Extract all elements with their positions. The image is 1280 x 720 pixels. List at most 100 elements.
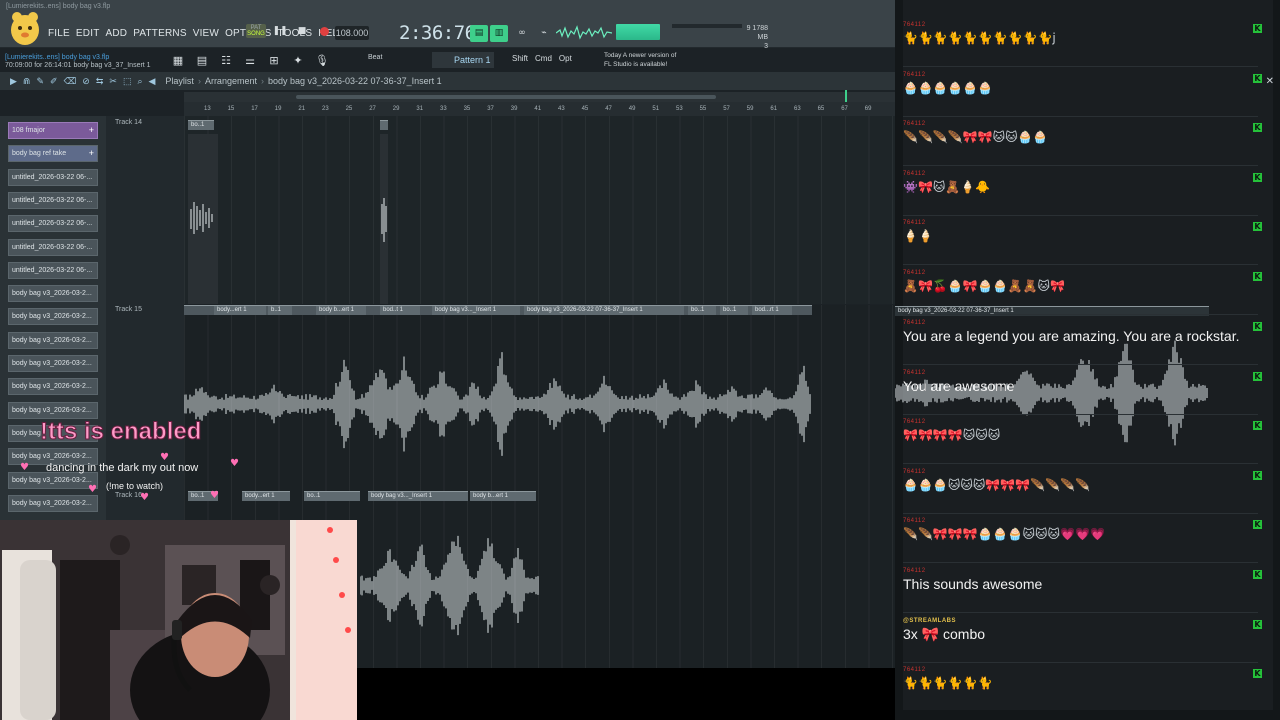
track-14-lane[interactable]: bo..1 bbox=[184, 116, 895, 304]
add-icon[interactable]: + bbox=[89, 123, 94, 138]
bar-ruler[interactable]: 13 15 17 19 21 23 25 27 29 31 33 35 37 39 41 43 45 47 49 51… bbox=[184, 102, 895, 116]
audio-clip[interactable]: body...ert 1 bbox=[214, 305, 266, 315]
chat-username[interactable]: 764112 bbox=[903, 320, 1263, 326]
chat-username[interactable]: 764112 bbox=[903, 370, 1263, 376]
pattern-item[interactable]: body bag v3_2026-03-2... bbox=[8, 308, 98, 326]
record-button[interactable] bbox=[316, 24, 332, 38]
slice-icon[interactable]: ✂ bbox=[109, 76, 117, 87]
cmd-key[interactable]: Cmd bbox=[535, 54, 552, 63]
delete-icon[interactable]: ⌫ bbox=[64, 76, 77, 87]
wait-input-icon[interactable]: ▥ bbox=[490, 25, 508, 42]
pattern-item[interactable]: untitled_2026-03-22 06-... bbox=[8, 261, 98, 279]
loop-record-icon[interactable]: ⌁ bbox=[536, 26, 552, 40]
audio-clip[interactable] bbox=[380, 120, 388, 130]
song-label: SONG bbox=[247, 31, 265, 37]
pattern-selector[interactable]: Pattern 1 bbox=[432, 52, 494, 68]
song-position-timecode: 2:36:76 bbox=[399, 22, 476, 44]
chat-username[interactable]: 764112 bbox=[903, 121, 1263, 127]
mic-icon[interactable]: 🎙 bbox=[314, 53, 330, 69]
menu-view[interactable]: VIEW bbox=[193, 28, 219, 39]
mixer-icon[interactable]: ⚌ bbox=[242, 53, 258, 69]
chat-username[interactable]: 764112 bbox=[903, 22, 1263, 28]
horizontal-scrollbar[interactable] bbox=[296, 95, 716, 99]
pattern-item[interactable]: body bag v3_2026-03-2... bbox=[8, 471, 98, 489]
browser-icon[interactable]: ⊞ bbox=[266, 53, 282, 69]
menu-add[interactable]: ADD bbox=[106, 28, 128, 39]
pat-song-toggle[interactable]: PAT SONG bbox=[246, 24, 266, 38]
piano-roll-icon[interactable]: ▤ bbox=[194, 53, 210, 69]
audio-clip[interactable]: body...ert 1 bbox=[242, 491, 290, 501]
opt-key[interactable]: Opt bbox=[559, 54, 572, 63]
chat-emotes: 🪶🪶🎀🎀🎀🧁🧁🧁🐱🐱🐱💗💗💗 bbox=[903, 527, 1105, 541]
pattern-item[interactable]: body bag v3_2026-03-2... bbox=[8, 401, 98, 419]
audio-clip[interactable]: bo..1 bbox=[188, 120, 214, 130]
track-15-lane[interactable]: body...ert 1 b..1 body b...ert 1 bod..t … bbox=[184, 305, 895, 491]
blend-notes-icon[interactable]: ∞ bbox=[514, 26, 530, 40]
mute-icon[interactable]: ⊘ bbox=[82, 76, 90, 87]
stop-icon[interactable]: ■ bbox=[294, 24, 310, 38]
magnet-icon[interactable]: ⋒ bbox=[23, 76, 31, 87]
chat-username[interactable]: 764112 bbox=[903, 469, 1263, 475]
chat-username[interactable]: 764112 bbox=[903, 667, 1263, 673]
plugin-icon[interactable]: ✦ bbox=[290, 53, 306, 69]
menu-file[interactable]: FILE bbox=[48, 28, 70, 39]
pattern-item[interactable]: untitled_2026-03-22 06-... bbox=[8, 168, 98, 186]
track-16-label[interactable]: Track 16 bbox=[115, 492, 142, 499]
playlist-icon[interactable]: ▦ bbox=[170, 53, 186, 69]
play-icon[interactable]: ▶ bbox=[10, 76, 17, 87]
pattern-item[interactable]: body bag v3_2026-03-2... bbox=[8, 355, 98, 372]
pattern-item[interactable]: body bag v3_2026-03-2... bbox=[8, 285, 98, 303]
select-icon[interactable]: ⬚ bbox=[123, 76, 132, 87]
slip-icon[interactable]: ⇆ bbox=[96, 76, 104, 87]
pattern-item[interactable]: body bag v3_2026-03-2... bbox=[8, 378, 98, 396]
chat-username[interactable]: 764112 bbox=[903, 220, 1263, 226]
pattern-item[interactable]: untitled_2026-03-22 06-... bbox=[8, 238, 98, 256]
chat-divider bbox=[903, 314, 1258, 315]
audio-clip[interactable]: body bag v3_2026-03-22 07-36-37_Insert 1 bbox=[524, 305, 684, 315]
metronome-icon[interactable]: ▤ bbox=[470, 25, 488, 42]
tempo-display[interactable]: 108.000 bbox=[335, 26, 369, 40]
audio-clip[interactable]: body b...ert 1 bbox=[470, 491, 536, 501]
audio-clip[interactable]: bod..t 1 bbox=[380, 305, 420, 315]
pattern-item[interactable]: 108 fmajor + bbox=[8, 122, 98, 139]
audio-clip[interactable]: bo..1 bbox=[304, 491, 360, 501]
chat-username[interactable]: 764112 bbox=[903, 72, 1263, 78]
audio-clip[interactable]: b..1 bbox=[268, 305, 292, 315]
chat-username[interactable]: 764112 bbox=[903, 518, 1263, 524]
pattern-item[interactable]: body bag ref take + bbox=[8, 145, 98, 163]
pattern-item[interactable]: body bag v3_2026-03-2... bbox=[8, 331, 98, 349]
track-14-label[interactable]: Track 14 bbox=[115, 119, 142, 126]
chat-username[interactable]: 764112 bbox=[903, 568, 1263, 574]
chat-username[interactable]: 764112 bbox=[903, 270, 1263, 276]
pencil-icon[interactable]: ✎ bbox=[36, 76, 44, 87]
snap-select[interactable]: Beat bbox=[368, 54, 382, 61]
menu-patterns[interactable]: PATTERNS bbox=[133, 28, 186, 39]
paint-icon[interactable]: ✐ bbox=[50, 76, 58, 87]
audio-clip[interactable]: bo..1 bbox=[688, 305, 716, 315]
close-icon[interactable]: ✕ bbox=[1266, 76, 1274, 87]
pattern-item[interactable]: body bag v3_2026-03-2... bbox=[8, 494, 98, 512]
update-news[interactable]: Today A newer version of FL Studio is av… bbox=[604, 51, 676, 69]
audio-clip[interactable]: bo..1 bbox=[720, 305, 748, 315]
pattern-item[interactable]: untitled_2026-03-22 06-... bbox=[8, 215, 98, 233]
audio-clip[interactable]: body bag v3..._Insert 1 bbox=[432, 305, 520, 315]
track-15-label[interactable]: Track 15 bbox=[115, 306, 142, 313]
audio-clip[interactable]: bod...rt 1 bbox=[752, 305, 792, 315]
channel-rack-icon[interactable]: ☷ bbox=[218, 53, 234, 69]
pause-icon[interactable]: ❚❚ bbox=[272, 24, 288, 38]
chat-emotes: 🐈🐈🐈🐈🐈🐈🐈🐈🐈🐈j bbox=[903, 31, 1056, 45]
shift-key[interactable]: Shift bbox=[512, 54, 528, 63]
playback-icon[interactable]: ◀ bbox=[149, 76, 156, 87]
audio-clip[interactable]: body bag v3..._Insert 1 bbox=[368, 491, 468, 501]
chat-username[interactable]: @STREAMLABS bbox=[903, 618, 1263, 624]
menu-edit[interactable]: EDIT bbox=[76, 28, 100, 39]
chat-username[interactable]: 764112 bbox=[903, 171, 1263, 177]
pattern-item[interactable]: untitled_2026-03-22 06-... bbox=[8, 191, 98, 209]
chat-emotes: 👾🎀🐱🧸🍦🐥 bbox=[903, 180, 991, 194]
audio-clip[interactable]: body b...ert 1 bbox=[316, 305, 366, 315]
chat-username[interactable]: 764112 bbox=[903, 419, 1263, 425]
zoom-icon[interactable]: ⌕ bbox=[137, 76, 142, 87]
ruler-tick-label: 67 bbox=[841, 106, 848, 112]
ruler-tick-label: 51 bbox=[652, 106, 660, 112]
add-icon[interactable]: + bbox=[89, 146, 94, 161]
